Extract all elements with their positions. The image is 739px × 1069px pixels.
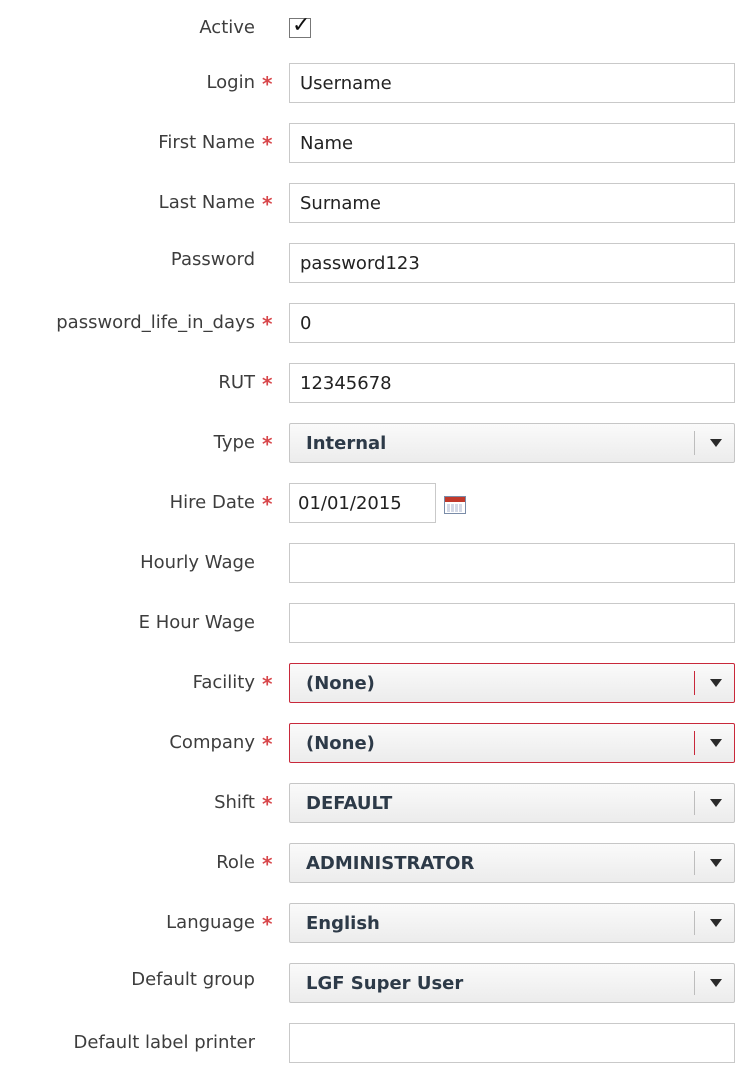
type-label: Type: [213, 432, 255, 453]
shift-select[interactable]: DEFAULT: [289, 783, 735, 823]
row-active: Active ✓: [0, 6, 739, 50]
required-marker: *: [262, 72, 273, 96]
row-password: Password: [0, 241, 739, 285]
company-value: (None): [306, 733, 375, 754]
type-value: Internal: [306, 433, 387, 454]
dropdown-separator: [694, 731, 695, 755]
login-input[interactable]: [289, 63, 735, 103]
password-label: Password: [170, 249, 255, 270]
password-life-input[interactable]: [289, 303, 735, 343]
dropdown-separator: [694, 671, 695, 695]
row-hourly-wage: Hourly Wage: [0, 541, 739, 585]
chevron-down-icon[interactable]: [710, 919, 722, 927]
e-hour-wage-label: E Hour Wage: [138, 612, 255, 633]
hourly-wage-label: Hourly Wage: [140, 552, 255, 573]
required-marker: *: [262, 192, 273, 216]
row-last-name: Last Name *: [0, 181, 739, 225]
type-select[interactable]: Internal: [289, 423, 735, 463]
rut-input[interactable]: [289, 363, 735, 403]
password-life-label: password_life_in_days: [56, 312, 255, 333]
hire-date-label: Hire Date: [169, 492, 255, 513]
active-checkbox[interactable]: ✓: [289, 14, 311, 38]
row-facility: Facility * (None): [0, 661, 739, 705]
language-select[interactable]: English: [289, 903, 735, 943]
row-language: Language * English: [0, 901, 739, 945]
row-type: Type * Internal: [0, 421, 739, 465]
default-label-printer-input[interactable]: [289, 1023, 735, 1063]
chevron-down-icon[interactable]: [710, 679, 722, 687]
facility-label: Facility: [192, 672, 255, 693]
required-marker: *: [262, 732, 273, 756]
role-label: Role: [216, 852, 255, 873]
row-first-name: First Name *: [0, 121, 739, 165]
role-select[interactable]: ADMINISTRATOR: [289, 843, 735, 883]
required-marker: *: [262, 372, 273, 396]
dropdown-separator: [694, 851, 695, 875]
calendar-icon[interactable]: [444, 496, 466, 514]
row-shift: Shift * DEFAULT: [0, 781, 739, 825]
chevron-down-icon[interactable]: [710, 859, 722, 867]
facility-value: (None): [306, 673, 375, 694]
last-name-input[interactable]: [289, 183, 735, 223]
row-company: Company * (None): [0, 721, 739, 765]
dropdown-separator: [694, 911, 695, 935]
required-marker: *: [262, 852, 273, 876]
shift-value: DEFAULT: [306, 793, 393, 814]
row-login: Login *: [0, 61, 739, 105]
hire-date-input[interactable]: [289, 483, 436, 523]
chevron-down-icon[interactable]: [710, 979, 722, 987]
shift-label: Shift: [214, 792, 255, 813]
required-marker: *: [262, 312, 273, 336]
calendar-header: [445, 497, 465, 502]
required-marker: *: [262, 432, 273, 456]
row-password-life: password_life_in_days *: [0, 301, 739, 345]
required-marker: *: [262, 912, 273, 936]
check-icon: ✓: [292, 13, 311, 38]
row-default-label-printer: Default label printer: [0, 1021, 739, 1065]
last-name-label: Last Name: [158, 192, 255, 213]
dropdown-separator: [694, 971, 695, 995]
row-role: Role * ADMINISTRATOR: [0, 841, 739, 885]
role-value: ADMINISTRATOR: [306, 853, 475, 874]
dropdown-separator: [694, 791, 695, 815]
active-label: Active: [199, 17, 255, 38]
row-rut: RUT *: [0, 361, 739, 405]
default-label-printer-label: Default label printer: [73, 1032, 255, 1053]
language-value: English: [306, 913, 380, 934]
company-label: Company: [169, 732, 255, 753]
company-select[interactable]: (None): [289, 723, 735, 763]
facility-select[interactable]: (None): [289, 663, 735, 703]
default-group-select[interactable]: LGF Super User: [289, 963, 735, 1003]
e-hour-wage-input[interactable]: [289, 603, 735, 643]
default-group-label: Default group: [131, 969, 255, 990]
dropdown-separator: [694, 431, 695, 455]
default-group-value: LGF Super User: [306, 973, 464, 994]
language-label: Language: [166, 912, 255, 933]
hourly-wage-input[interactable]: [289, 543, 735, 583]
rut-label: RUT: [218, 372, 255, 393]
chevron-down-icon[interactable]: [710, 739, 722, 747]
first-name-label: First Name: [158, 132, 255, 153]
required-marker: *: [262, 792, 273, 816]
required-marker: *: [262, 672, 273, 696]
first-name-input[interactable]: [289, 123, 735, 163]
password-input[interactable]: [289, 243, 735, 283]
login-label: Login: [206, 72, 255, 93]
required-marker: *: [262, 132, 273, 156]
row-e-hour-wage: E Hour Wage: [0, 601, 739, 645]
chevron-down-icon[interactable]: [710, 439, 722, 447]
row-hire-date: Hire Date *: [0, 481, 739, 525]
required-marker: *: [262, 492, 273, 516]
chevron-down-icon[interactable]: [710, 799, 722, 807]
calendar-grid: [447, 504, 463, 512]
row-default-group: Default group LGF Super User: [0, 961, 739, 1005]
